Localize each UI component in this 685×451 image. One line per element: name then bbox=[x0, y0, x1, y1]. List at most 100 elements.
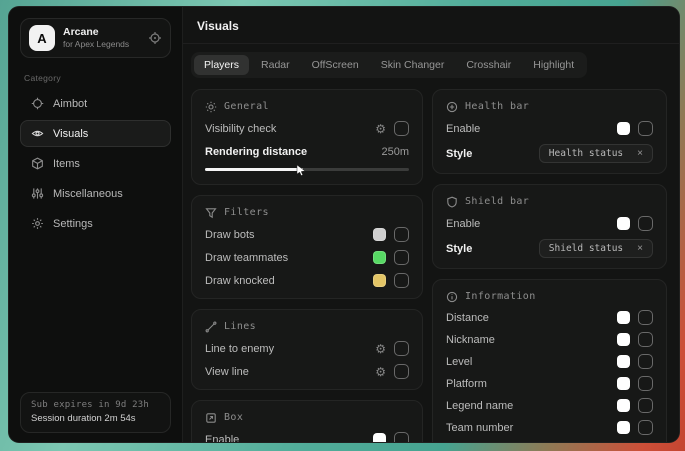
visibility-check-checkbox[interactable] bbox=[394, 121, 409, 136]
sun-icon bbox=[205, 101, 217, 113]
box-card: Box Enable Enable background bbox=[191, 400, 423, 443]
app-logo: A bbox=[29, 25, 55, 51]
sub-expires-text: Sub expires in 9d 23h bbox=[31, 400, 160, 410]
weapon-in-hands-checkbox[interactable] bbox=[638, 442, 653, 443]
draw-knocked-row: Draw knocked bbox=[205, 273, 409, 288]
color-swatch[interactable] bbox=[617, 421, 630, 434]
draw-bots-checkbox[interactable] bbox=[394, 227, 409, 242]
sidebar-item-settings[interactable]: Settings bbox=[20, 210, 171, 237]
tab-radar[interactable]: Radar bbox=[251, 55, 300, 75]
legend-name-checkbox[interactable] bbox=[638, 398, 653, 413]
shield-enable-row: Enable bbox=[446, 216, 653, 231]
view-line-checkbox[interactable] bbox=[394, 364, 409, 379]
gear-icon[interactable]: ⚙ bbox=[375, 123, 386, 135]
information-card: Information Distance Nickname bbox=[432, 279, 667, 443]
app-name: Arcane bbox=[63, 26, 140, 39]
tab-skin-changer[interactable]: Skin Changer bbox=[371, 55, 455, 75]
section-title: Box bbox=[224, 412, 243, 423]
team-number-row: Team number bbox=[446, 420, 653, 435]
draw-knocked-checkbox[interactable] bbox=[394, 273, 409, 288]
color-swatch[interactable] bbox=[373, 251, 386, 264]
crosshair-icon bbox=[30, 97, 44, 110]
color-swatch[interactable] bbox=[617, 217, 630, 230]
weapon-in-hands-row: Weapon in hands bbox=[446, 442, 653, 443]
category-label: Category bbox=[24, 73, 167, 83]
color-swatch[interactable] bbox=[373, 433, 386, 443]
tab-highlight[interactable]: Highlight bbox=[523, 55, 584, 75]
app-window: A Arcane for Apex Legends Category bbox=[8, 6, 680, 443]
rendering-distance-slider[interactable] bbox=[205, 168, 409, 174]
sidebar-nav: Aimbot Visuals Items bbox=[20, 90, 171, 237]
shield-style-row: Style Shield status × bbox=[446, 239, 653, 258]
sidebar-item-aimbot[interactable]: Aimbot bbox=[20, 90, 171, 117]
color-swatch[interactable] bbox=[617, 311, 630, 324]
color-swatch[interactable] bbox=[617, 122, 630, 135]
visibility-check-row: Visibility check ⚙ bbox=[205, 121, 409, 136]
slider-thumb[interactable] bbox=[296, 164, 307, 176]
shield-icon bbox=[446, 196, 458, 208]
sidebar-item-label: Visuals bbox=[53, 128, 88, 140]
tab-offscreen[interactable]: OffScreen bbox=[302, 55, 369, 75]
nickname-row: Nickname bbox=[446, 332, 653, 347]
line-to-enemy-checkbox[interactable] bbox=[394, 341, 409, 356]
target-icon[interactable] bbox=[148, 31, 162, 45]
brand-card: A Arcane for Apex Legends bbox=[20, 18, 171, 58]
sidebar-item-label: Aimbot bbox=[53, 98, 87, 110]
sidebar-item-items[interactable]: Items bbox=[20, 150, 171, 177]
nickname-checkbox[interactable] bbox=[638, 332, 653, 347]
section-title: Information bbox=[465, 291, 536, 302]
health-style-select[interactable]: Health status × bbox=[539, 144, 653, 163]
close-icon[interactable]: × bbox=[637, 244, 643, 254]
filters-card: Filters Draw bots Draw teammates bbox=[191, 195, 423, 299]
sidebar-item-miscellaneous[interactable]: Miscellaneous bbox=[20, 180, 171, 207]
color-swatch[interactable] bbox=[617, 399, 630, 412]
close-icon[interactable]: × bbox=[637, 149, 643, 159]
sidebar: A Arcane for Apex Legends Category bbox=[9, 7, 183, 442]
tab-bar: Players Radar OffScreen Skin Changer Cro… bbox=[191, 52, 587, 78]
color-swatch[interactable] bbox=[617, 355, 630, 368]
line-to-enemy-row: Line to enemy ⚙ bbox=[205, 341, 409, 356]
draw-teammates-checkbox[interactable] bbox=[394, 250, 409, 265]
tab-players[interactable]: Players bbox=[194, 55, 249, 75]
health-icon bbox=[446, 101, 458, 113]
general-card: General Visibility check ⚙ Rendering dis… bbox=[191, 89, 423, 185]
platform-checkbox[interactable] bbox=[638, 376, 653, 391]
gear-icon[interactable]: ⚙ bbox=[375, 343, 386, 355]
main-header: Visuals bbox=[183, 7, 679, 44]
team-number-checkbox[interactable] bbox=[638, 420, 653, 435]
sidebar-item-label: Settings bbox=[53, 218, 93, 230]
health-enable-checkbox[interactable] bbox=[638, 121, 653, 136]
info-icon bbox=[446, 291, 458, 303]
tab-crosshair[interactable]: Crosshair bbox=[456, 55, 521, 75]
color-swatch[interactable] bbox=[617, 333, 630, 346]
sidebar-item-visuals[interactable]: Visuals bbox=[20, 120, 171, 147]
level-row: Level bbox=[446, 354, 653, 369]
gear-icon[interactable]: ⚙ bbox=[375, 366, 386, 378]
sidebar-item-label: Items bbox=[53, 158, 80, 170]
subscription-card: Sub expires in 9d 23h Session duration 2… bbox=[20, 392, 171, 433]
funnel-icon bbox=[205, 207, 217, 219]
distance-checkbox[interactable] bbox=[638, 310, 653, 325]
lines-card: Lines Line to enemy ⚙ View line ⚙ bbox=[191, 309, 423, 390]
section-title: Lines bbox=[224, 321, 256, 332]
shield-style-select[interactable]: Shield status × bbox=[539, 239, 653, 258]
color-swatch[interactable] bbox=[373, 228, 386, 241]
legend-name-row: Legend name bbox=[446, 398, 653, 413]
box-enable-checkbox[interactable] bbox=[394, 432, 409, 443]
page-title: Visuals bbox=[197, 19, 663, 33]
sliders-icon bbox=[30, 187, 44, 200]
main-panel: Visuals Players Radar OffScreen Skin Cha… bbox=[183, 7, 679, 442]
health-enable-row: Enable bbox=[446, 121, 653, 136]
level-checkbox[interactable] bbox=[638, 354, 653, 369]
draw-teammates-row: Draw teammates bbox=[205, 250, 409, 265]
shield-enable-checkbox[interactable] bbox=[638, 216, 653, 231]
rendering-distance-row: Rendering distance 250m bbox=[205, 144, 409, 159]
color-swatch[interactable] bbox=[617, 377, 630, 390]
line-icon bbox=[205, 321, 217, 333]
section-title: Health bar bbox=[465, 101, 529, 112]
shield-bar-card: Shield bar Enable Style Shield status bbox=[432, 184, 667, 269]
box-enable-row: Enable bbox=[205, 432, 409, 443]
section-title: General bbox=[224, 101, 269, 112]
sidebar-item-label: Miscellaneous bbox=[53, 188, 123, 200]
color-swatch[interactable] bbox=[373, 274, 386, 287]
